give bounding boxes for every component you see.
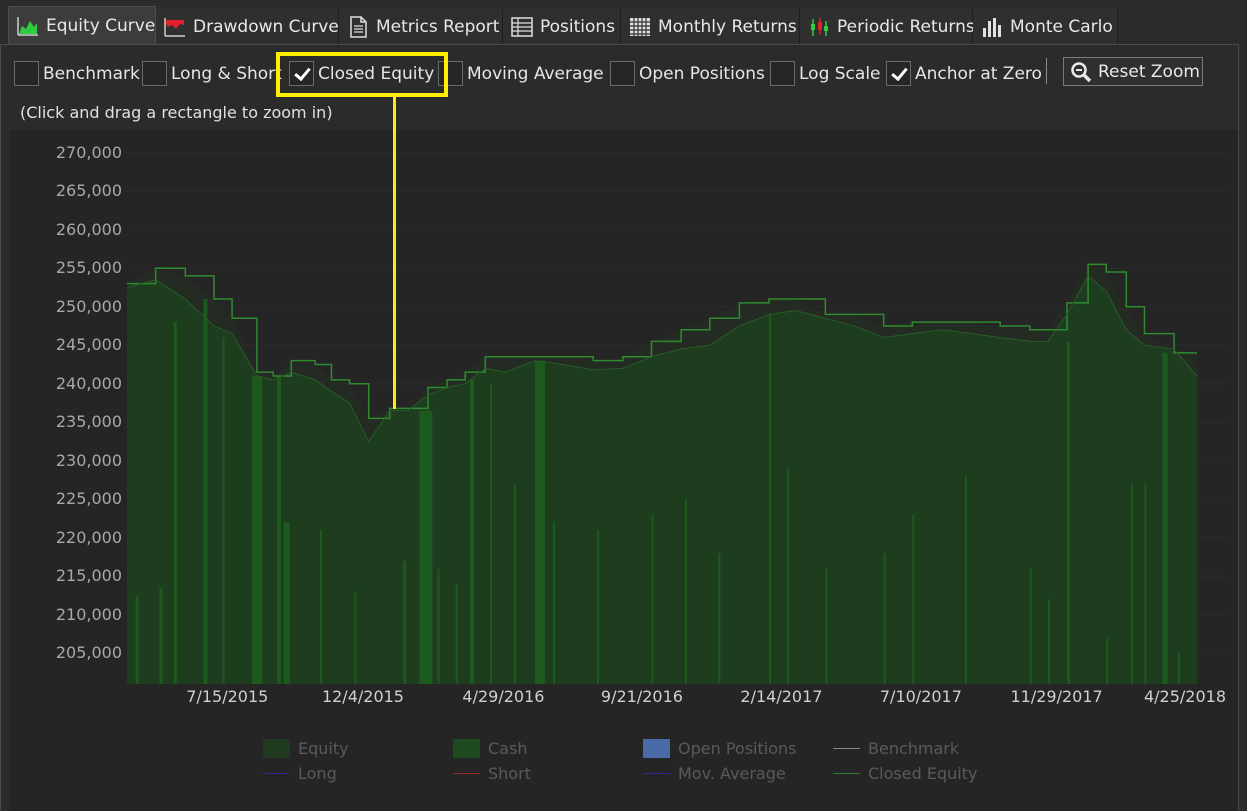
- cash-bar: [684, 499, 687, 684]
- cash-bar: [283, 522, 290, 684]
- y-tick-label: 210,000: [55, 604, 122, 624]
- cash-bar: [135, 595, 139, 684]
- cash-bar: [513, 483, 516, 684]
- x-tick-label: 7/10/2017: [879, 687, 962, 706]
- y-tick-label: 205,000: [55, 643, 122, 663]
- x-tick-label: 2/14/2017: [740, 687, 823, 706]
- cash-bar: [469, 379, 474, 684]
- cash-bar: [1029, 568, 1032, 684]
- cash-bar: [276, 376, 281, 684]
- y-tick-label: 235,000: [55, 412, 122, 432]
- cash-bar: [354, 591, 357, 684]
- legend-label: Short: [488, 764, 531, 783]
- legend-short[interactable]: Short: [453, 764, 531, 783]
- legend-equity[interactable]: Equity: [263, 739, 349, 758]
- x-tick-label: 4/25/2018: [1143, 687, 1227, 706]
- cash-bar: [1047, 599, 1050, 684]
- legend-cash[interactable]: Cash: [453, 739, 527, 758]
- cash-bar: [419, 410, 433, 684]
- legend-moving-average[interactable]: Mov. Average: [643, 764, 786, 783]
- cash-bar: [718, 553, 721, 684]
- legend-swatch: [263, 773, 290, 774]
- cash-bar: [964, 476, 967, 684]
- x-tick-label: 11/29/2017: [1010, 687, 1103, 706]
- cash-bar: [883, 553, 886, 684]
- cash-bar: [1067, 341, 1071, 684]
- y-tick-label: 245,000: [55, 335, 122, 355]
- y-tick-label: 215,000: [55, 566, 122, 586]
- legend-long[interactable]: Long: [263, 764, 337, 783]
- y-tick-label: 260,000: [55, 219, 122, 239]
- legend-label: Benchmark: [868, 739, 960, 758]
- cash-bar: [1144, 483, 1147, 684]
- y-tick-label: 225,000: [55, 489, 122, 509]
- x-tick-label: 9/21/2016: [600, 687, 683, 706]
- cash-bar: [597, 530, 600, 684]
- cash-bar: [1106, 637, 1109, 684]
- cash-bar: [455, 583, 458, 684]
- legend-closed-equity[interactable]: Closed Equity: [833, 764, 977, 783]
- cash-bar: [553, 522, 556, 684]
- legend-swatch: [453, 773, 480, 774]
- cash-bar: [437, 568, 440, 684]
- x-tick-label: 4/29/2016: [462, 687, 545, 706]
- y-tick-label: 270,000: [55, 142, 122, 162]
- cash-bar: [1131, 483, 1134, 684]
- cash-bar: [769, 314, 771, 684]
- legend-swatch: [643, 739, 670, 758]
- cash-bar: [173, 322, 177, 684]
- closed-equity-highlight: [276, 52, 448, 97]
- legend-swatch: [833, 773, 860, 774]
- legend-benchmark[interactable]: Benchmark: [833, 739, 959, 758]
- x-tick-label: 12/4/2015: [321, 687, 404, 706]
- legend-label: Equity: [298, 739, 349, 758]
- y-tick-label: 255,000: [55, 258, 122, 278]
- cash-bar: [912, 514, 915, 684]
- cash-bar: [222, 337, 225, 684]
- legend-label: Mov. Average: [678, 764, 786, 783]
- y-tick-label: 265,000: [55, 181, 122, 201]
- cash-bar: [651, 514, 654, 684]
- cash-bar: [1162, 352, 1168, 684]
- cash-bar: [534, 360, 545, 684]
- legend-swatch: [833, 748, 860, 749]
- y-tick-label: 230,000: [55, 450, 122, 470]
- cash-bar: [490, 383, 493, 684]
- y-tick-label: 220,000: [55, 527, 122, 547]
- cash-bar: [787, 468, 790, 684]
- cash-bar: [1177, 653, 1180, 684]
- cash-bar: [825, 568, 828, 684]
- legend-swatch: [643, 773, 670, 774]
- legend-label: Long: [298, 764, 337, 783]
- legend-swatch: [263, 739, 290, 758]
- cash-bar: [403, 560, 407, 684]
- x-tick-label: 7/15/2015: [186, 687, 269, 706]
- legend-label: Open Positions: [678, 739, 797, 758]
- legend-swatch: [453, 739, 480, 758]
- legend-label: Closed Equity: [868, 764, 978, 783]
- legend-open-positions[interactable]: Open Positions: [643, 739, 796, 758]
- cash-bar: [252, 376, 263, 684]
- highlight-pointer-line: [393, 97, 396, 409]
- cash-bar: [319, 530, 322, 684]
- legend-label: Cash: [488, 739, 528, 758]
- y-tick-label: 240,000: [55, 373, 122, 393]
- y-tick-label: 250,000: [55, 296, 122, 316]
- cash-bar: [159, 587, 163, 684]
- cash-bar: [203, 299, 208, 684]
